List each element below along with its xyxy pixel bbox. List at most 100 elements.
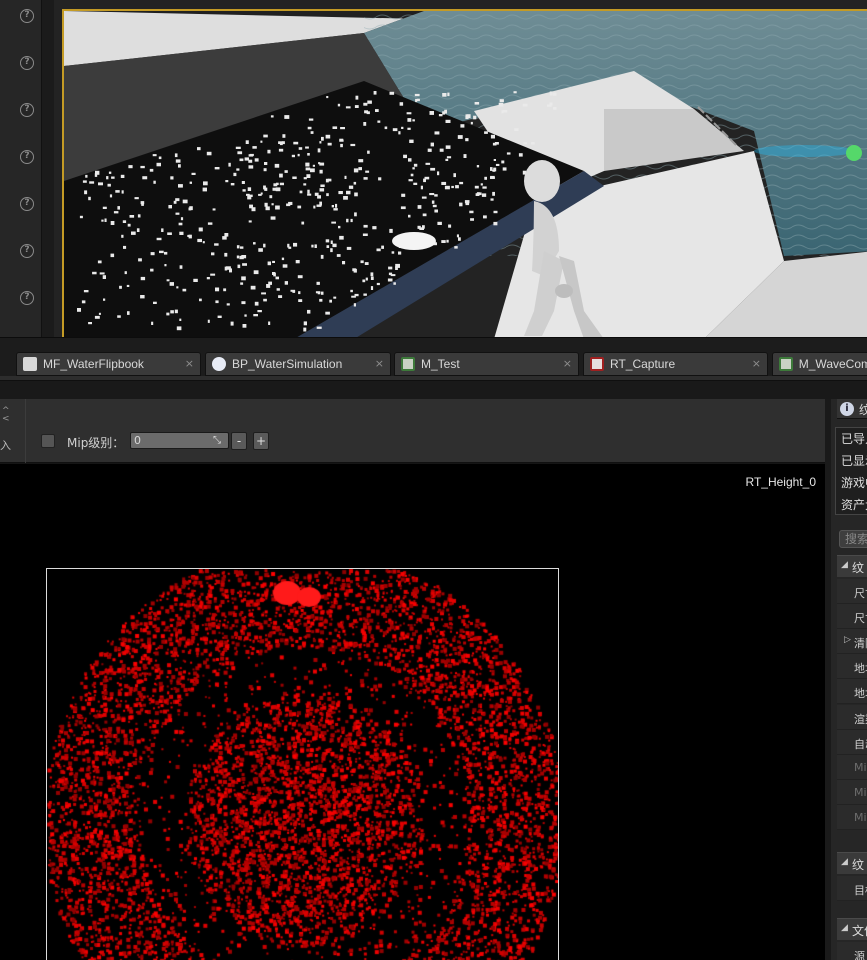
mip-decrease-button[interactable]: - xyxy=(231,432,247,450)
property-row[interactable]: 尺寸 xyxy=(837,579,867,604)
particle xyxy=(153,301,157,304)
expand-arrow-icon[interactable]: ▷ xyxy=(844,635,851,645)
particle xyxy=(523,142,527,145)
particle xyxy=(345,106,351,109)
particle xyxy=(242,189,246,192)
particle xyxy=(124,271,127,275)
particle xyxy=(470,121,473,125)
particle xyxy=(182,199,188,204)
particle xyxy=(326,193,329,197)
particle xyxy=(282,134,286,138)
particle xyxy=(173,200,177,204)
particle xyxy=(390,274,396,277)
particle xyxy=(434,194,438,197)
particle xyxy=(434,131,440,135)
scene-render[interactable] xyxy=(64,11,867,337)
particle xyxy=(481,193,487,197)
close-icon[interactable]: × xyxy=(375,357,384,370)
particle xyxy=(110,253,115,258)
property-row[interactable]: ▷ 清除 xyxy=(837,629,867,654)
particle xyxy=(490,198,494,201)
tab-m-wavecom[interactable]: M_WaveCom xyxy=(772,352,867,376)
particle xyxy=(267,149,271,154)
help-icon[interactable]: ? xyxy=(20,244,34,258)
particle xyxy=(393,282,396,285)
particle xyxy=(317,148,321,153)
mip-increase-button[interactable]: + xyxy=(253,432,269,450)
property-row[interactable]: 地址 xyxy=(837,679,867,704)
help-icon[interactable]: ? xyxy=(20,9,34,23)
particle xyxy=(95,170,100,175)
particle xyxy=(445,158,449,161)
help-icon[interactable]: ? xyxy=(20,291,34,305)
particle xyxy=(115,190,120,193)
panel-splitter[interactable] xyxy=(42,0,54,337)
particle xyxy=(446,239,449,243)
particle xyxy=(82,180,87,183)
tab-content-gutter xyxy=(0,380,867,400)
level-viewport[interactable] xyxy=(54,0,867,337)
particle xyxy=(242,324,247,328)
spin-drag-icon[interactable]: ⤡ xyxy=(213,435,221,446)
property-row[interactable]: 自动 xyxy=(837,730,867,755)
particle xyxy=(282,264,288,268)
property-row: Mi xyxy=(837,780,867,805)
category-header-file[interactable]: ◢ 文件 xyxy=(837,918,867,940)
import-button[interactable]: ^ < 入 xyxy=(0,399,26,463)
category-header-texture[interactable]: ◢ 纹 xyxy=(837,555,867,577)
property-row[interactable]: 目标 xyxy=(837,876,867,901)
particle xyxy=(333,296,337,299)
tab-bp-watersimulation[interactable]: BP_WaterSimulation × xyxy=(205,352,391,376)
mip-level-checkbox[interactable] xyxy=(41,434,55,448)
particle xyxy=(233,172,237,177)
property-row[interactable]: 尺寸 xyxy=(837,604,867,629)
particle xyxy=(284,281,288,285)
particle xyxy=(224,252,228,257)
particle xyxy=(398,131,401,135)
details-search-input[interactable]: 搜索 xyxy=(839,530,867,548)
collapse-arrow-icon: ◢ xyxy=(841,923,848,933)
particle xyxy=(272,187,277,191)
particle xyxy=(123,245,127,249)
particle xyxy=(291,154,295,158)
particle xyxy=(241,301,246,305)
texture-preview[interactable] xyxy=(46,568,559,960)
particle xyxy=(264,162,268,165)
tab-rt-capture[interactable]: RT_Capture × xyxy=(583,352,768,376)
particle xyxy=(267,261,271,266)
particle xyxy=(263,168,267,172)
tab-mf-waterflipbook[interactable]: MF_WaterFlipbook × xyxy=(16,352,201,376)
particle xyxy=(553,107,557,110)
property-row[interactable]: 渲染 xyxy=(837,705,867,730)
property-row[interactable]: 地址 xyxy=(837,654,867,679)
particle xyxy=(217,315,222,318)
close-icon[interactable]: × xyxy=(185,357,194,370)
particle xyxy=(119,285,122,289)
help-icon[interactable]: ? xyxy=(20,56,34,70)
category-header-texture-2[interactable]: ◢ 纹 xyxy=(837,852,867,874)
help-icon[interactable]: ? xyxy=(20,103,34,117)
particle xyxy=(237,264,241,269)
particle xyxy=(363,177,368,180)
particle xyxy=(429,193,435,196)
particle xyxy=(141,202,144,206)
help-icon[interactable]: ? xyxy=(20,197,34,211)
particle xyxy=(226,303,230,306)
close-icon[interactable]: × xyxy=(752,357,761,370)
particle xyxy=(376,248,381,252)
particle xyxy=(103,298,106,301)
player-start-icon[interactable] xyxy=(846,145,862,161)
close-icon[interactable]: × xyxy=(563,357,572,370)
particle xyxy=(140,276,146,281)
particle xyxy=(434,209,438,213)
particle xyxy=(127,223,131,227)
particle xyxy=(109,194,113,198)
particle xyxy=(410,173,414,177)
details-tab[interactable]: i 纹 xyxy=(837,399,867,419)
particle xyxy=(236,168,240,171)
tab-m-test[interactable]: M_Test × xyxy=(394,352,579,376)
property-row[interactable]: 源 xyxy=(837,942,867,960)
particle xyxy=(421,196,427,199)
texture-viewport[interactable]: RT_Height_0 xyxy=(0,464,825,960)
help-icon[interactable]: ? xyxy=(20,150,34,164)
